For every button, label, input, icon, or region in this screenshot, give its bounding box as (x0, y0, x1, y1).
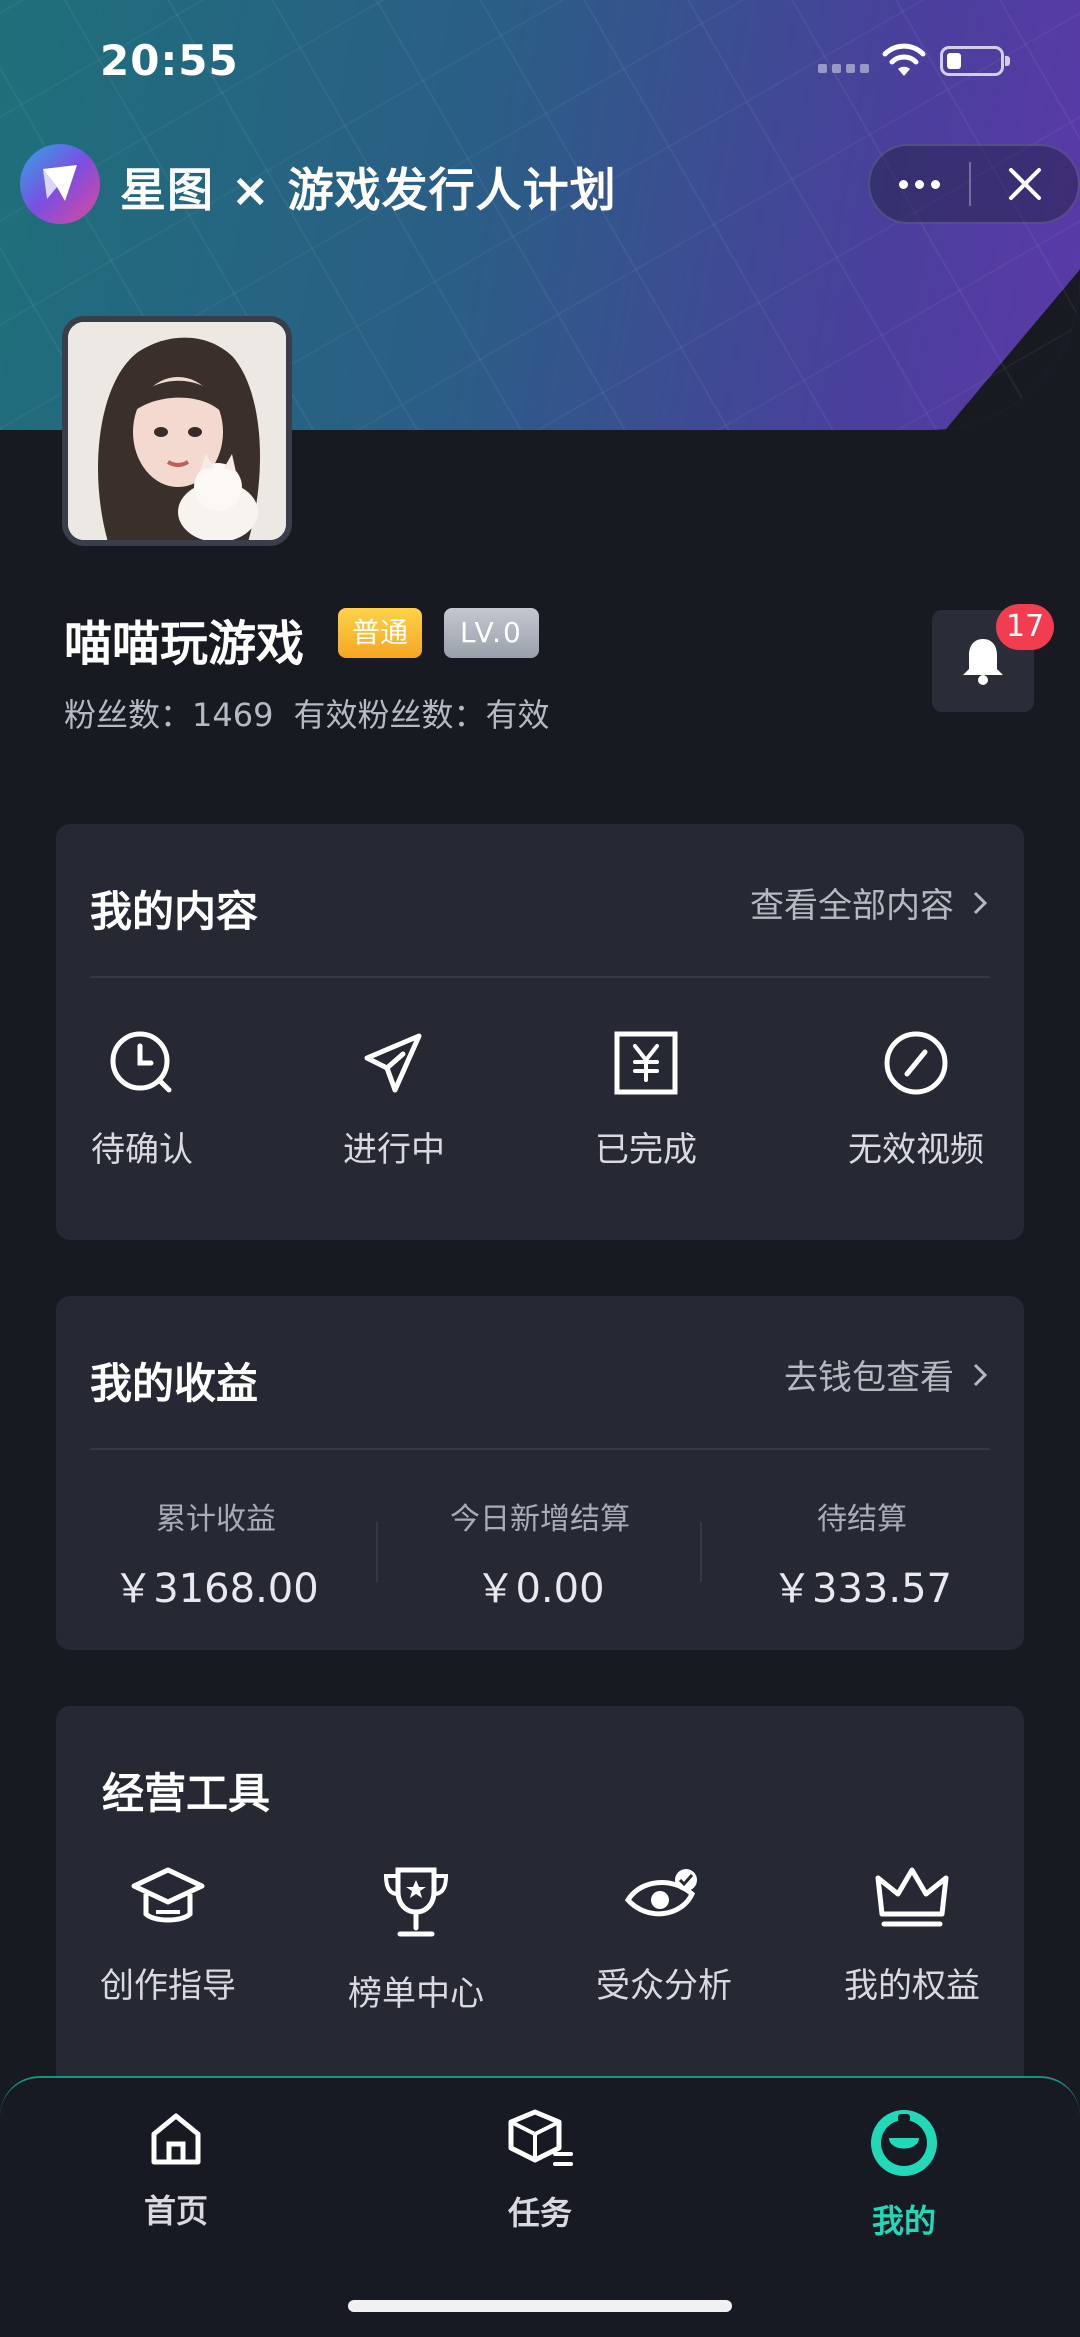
yen-box-icon (614, 1031, 678, 1095)
level-badge: LV.0 (444, 608, 539, 658)
earnings-card: 我的收益 去钱包查看 累计收益 ￥3168.00 今日新增结算 ￥0.00 待结… (56, 1296, 1024, 1650)
content-pending-label: 待确认 (91, 1130, 193, 1170)
fans-count: 粉丝数：1469 (64, 696, 274, 734)
banner-cut (920, 260, 1080, 430)
slash-circle-icon (884, 1031, 948, 1095)
status-time: 20:55 (100, 36, 239, 85)
today-settled-value: ￥0.00 (475, 1566, 605, 1612)
status-bar: 20:55 (0, 0, 1080, 110)
tab-mine-label: 我的 (871, 2202, 936, 2240)
app-logo-icon (20, 144, 100, 224)
my-content-title: 我的内容 (90, 887, 259, 936)
task-box-icon (508, 2109, 573, 2166)
home-icon (151, 2113, 201, 2165)
content-in-progress-button[interactable]: 进行中 (294, 1028, 494, 1171)
today-settled: 今日新增结算 ￥0.00 (390, 1494, 690, 1614)
content-pending-button[interactable]: 待确认 (42, 1028, 242, 1171)
total-earnings-label: 累计收益 (156, 1502, 276, 1537)
paper-plane-icon (364, 1033, 422, 1093)
close-icon (1008, 168, 1041, 200)
wallet-link-label: 去钱包查看 (784, 1358, 954, 1398)
more-options-button[interactable] (870, 146, 969, 222)
card-divider (90, 1448, 990, 1450)
app-title-bar: 星图 × 游戏发行人计划 (0, 140, 1080, 230)
total-earnings: 累计收益 ￥3168.00 (66, 1494, 366, 1614)
content-in-progress-label: 进行中 (343, 1130, 445, 1170)
tab-tasks-label: 任务 (507, 2194, 572, 2232)
earnings-separator (700, 1522, 702, 1582)
wifi-icon (882, 43, 926, 76)
tab-tasks[interactable]: 任务 (440, 2108, 640, 2234)
card-divider (90, 976, 990, 978)
my-content-card: 我的内容 查看全部内容 待确认 进行中 已完成 无效视频 (56, 824, 1024, 1240)
trophy-icon (383, 1867, 449, 1937)
home-indicator (348, 2300, 732, 2312)
avatar[interactable] (62, 316, 292, 546)
tool-creation-guide-label: 创作指导 (100, 1966, 236, 2006)
fans-info: 粉丝数：1469 有效粉丝数：有效 (64, 690, 549, 736)
tool-ranking-button[interactable]: 榜单中心 (316, 1862, 516, 2015)
clock-icon (110, 1031, 172, 1093)
graduation-cap-icon (131, 1867, 205, 1923)
mini-program-capsule (868, 144, 1080, 224)
today-settled-label: 今日新增结算 (450, 1502, 630, 1537)
wallet-link[interactable]: 去钱包查看 (784, 1350, 988, 1399)
bottom-tab-bar: 首页 任务 我的 (0, 2076, 1080, 2337)
earnings-separator (376, 1522, 378, 1582)
content-completed-button[interactable]: 已完成 (546, 1028, 746, 1171)
tab-home-label: 首页 (143, 2192, 208, 2230)
tools-title: 经营工具 (102, 1769, 271, 1818)
valid-fans: 有效粉丝数：有效 (293, 696, 550, 734)
tool-ranking-label: 榜单中心 (348, 1974, 484, 2014)
signal-icon (818, 64, 870, 74)
tool-my-benefits-label: 我的权益 (844, 1966, 980, 2006)
member-badge: 普通 (338, 608, 423, 658)
avatar-image (68, 322, 286, 540)
chevron-right-icon (973, 1363, 988, 1386)
tab-home[interactable]: 首页 (76, 2108, 276, 2232)
crown-icon (875, 1867, 949, 1927)
nickname: 喵喵玩游戏 (64, 616, 305, 672)
tool-my-benefits-button[interactable]: 我的权益 (812, 1862, 1012, 2007)
view-all-content-link[interactable]: 查看全部内容 (750, 878, 988, 927)
pending-settlement-value: ￥333.57 (772, 1566, 952, 1612)
view-all-content-label: 查看全部内容 (750, 886, 954, 926)
notification-badge: 17 (996, 604, 1055, 650)
battery-icon (940, 46, 1010, 76)
eye-check-icon (624, 1869, 697, 1917)
earnings-title: 我的收益 (90, 1359, 259, 1408)
total-earnings-value: ￥3168.00 (113, 1566, 319, 1612)
app-title: 星图 × 游戏发行人计划 (120, 163, 617, 217)
content-invalid-label: 无效视频 (848, 1130, 984, 1170)
pending-settlement: 待结算 ￥333.57 (712, 1494, 1012, 1614)
content-invalid-button[interactable]: 无效视频 (816, 1028, 1016, 1171)
tools-card: 经营工具 创作指导 榜单中心 受众分析 我的权益 (56, 1706, 1024, 2106)
chevron-right-icon (973, 891, 988, 914)
tool-audience-analysis-label: 受众分析 (596, 1966, 732, 2006)
content-completed-label: 已完成 (595, 1130, 697, 1170)
profile-face-icon (871, 2110, 937, 2176)
tab-mine[interactable]: 我的 (804, 2108, 1004, 2242)
pending-settlement-label: 待结算 (817, 1502, 907, 1537)
tool-audience-analysis-button[interactable]: 受众分析 (564, 1862, 764, 2007)
tool-creation-guide-button[interactable]: 创作指导 (68, 1862, 268, 2007)
close-button[interactable] (971, 146, 1078, 222)
